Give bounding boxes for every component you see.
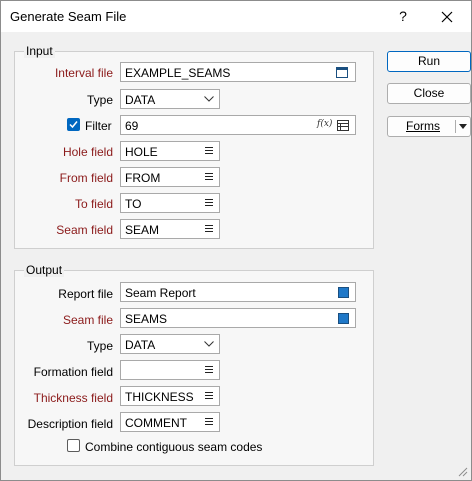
seam-field-label: Seam field (56, 223, 113, 237)
file-color-icon[interactable] (338, 313, 349, 324)
run-button[interactable]: Run (387, 51, 471, 72)
thickness-field-value: THICKNESS (125, 390, 194, 404)
filter-label: Filter (85, 119, 112, 133)
description-field-value: COMMENT (125, 416, 187, 430)
file-color-icon[interactable] (338, 287, 349, 298)
filter-checkbox[interactable] (67, 118, 80, 131)
chevron-down-icon (204, 341, 214, 347)
filter-table-icon[interactable] (337, 120, 349, 134)
browse-file-icon[interactable] (336, 67, 348, 81)
window-title: Generate Seam File (10, 9, 127, 24)
output-type-value: DATA (125, 338, 156, 352)
from-field-input[interactable]: FROM (120, 167, 220, 187)
output-type-select[interactable]: DATA (120, 334, 220, 354)
formation-field-label: Formation field (33, 365, 113, 379)
forms-label: Forms (406, 119, 440, 133)
field-list-icon[interactable] (205, 173, 213, 182)
output-type-label: Type (86, 339, 113, 353)
combine-checkbox[interactable] (67, 439, 80, 452)
field-list-icon[interactable] (205, 418, 213, 427)
report-file-value: Seam Report (125, 286, 196, 300)
seam-file-input[interactable]: SEAMS (120, 308, 356, 328)
dropdown-arrow-icon[interactable] (459, 124, 467, 129)
input-type-value: DATA (125, 93, 156, 107)
formation-field-input[interactable] (120, 360, 220, 380)
report-file-input[interactable]: Seam Report (120, 282, 356, 302)
forms-divider (455, 120, 456, 133)
close-icon (441, 11, 453, 23)
seam-field-value: SEAM (125, 223, 160, 237)
dialog-window: Generate Seam File ? Input Interval file… (0, 0, 472, 481)
thickness-field-input[interactable]: THICKNESS (120, 386, 220, 406)
help-button[interactable]: ? (393, 8, 413, 26)
hole-field-input[interactable]: HOLE (120, 141, 220, 161)
interval-file-input[interactable]: EXAMPLE_SEAMS (120, 62, 356, 82)
input-type-select[interactable]: DATA (120, 89, 220, 109)
close-button[interactable]: Close (387, 83, 471, 104)
report-file-label: Report file (58, 287, 113, 301)
to-field-label: To field (74, 197, 113, 211)
from-field-value: FROM (125, 171, 161, 185)
filter-value: 69 (125, 119, 139, 133)
close-window-button[interactable] (435, 6, 459, 28)
description-field-input[interactable]: COMMENT (120, 412, 220, 432)
field-list-icon[interactable] (205, 147, 213, 156)
from-field-label: From field (59, 171, 113, 185)
chevron-down-icon (204, 96, 214, 102)
forms-button[interactable]: Forms (387, 116, 471, 137)
seam-file-label: Seam file (62, 313, 113, 327)
combine-label: Combine contiguous seam codes (85, 440, 263, 454)
interval-file-label: Interval file (54, 66, 113, 80)
filter-input[interactable]: 69 f(x) (120, 115, 356, 135)
to-field-input[interactable]: TO (120, 193, 220, 213)
interval-file-value: EXAMPLE_SEAMS (125, 66, 231, 80)
hole-field-value: HOLE (125, 145, 158, 159)
field-list-icon[interactable] (205, 199, 213, 208)
resize-grip-icon[interactable] (458, 467, 468, 477)
input-group-title: Input (24, 44, 55, 58)
checkmark-icon (69, 121, 78, 129)
output-group-title: Output (24, 263, 65, 277)
field-list-icon[interactable] (205, 366, 213, 375)
field-list-icon[interactable] (205, 392, 213, 401)
function-icon[interactable]: f(x) (317, 119, 332, 129)
hole-field-label: Hole field (62, 145, 113, 159)
field-list-icon[interactable] (205, 225, 213, 234)
seam-field-input[interactable]: SEAM (120, 219, 220, 239)
thickness-field-label: Thickness field (33, 391, 113, 405)
input-type-label: Type (86, 93, 113, 107)
title-bar: Generate Seam File ? (1, 1, 471, 32)
description-field-label: Description field (27, 417, 113, 431)
seam-file-value: SEAMS (125, 312, 168, 326)
to-field-value: TO (125, 197, 142, 211)
